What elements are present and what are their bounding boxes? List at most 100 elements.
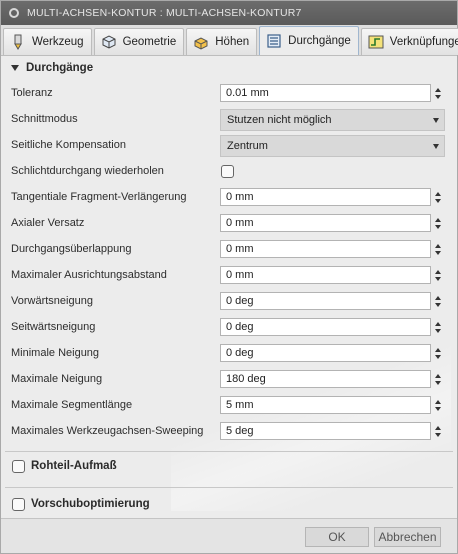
tangentiale-input[interactable]: 0 mm [220,188,431,206]
maximale-neigung-input[interactable]: 180 deg [220,370,431,388]
spin-down-icon[interactable] [435,225,441,229]
axialer-versatz-spinner[interactable] [433,214,443,232]
row-tangentiale: Tangentiale Fragment-Verlängerung 0 mm [1,185,457,211]
spin-up-icon[interactable] [435,400,441,404]
max-sweeping-label: Maximales Werkzeugachsen-Sweeping [11,425,204,437]
tab-bar: Werkzeug Geometrie Höhen Durchgänge Verk… [1,25,458,56]
spin-down-icon[interactable] [435,95,441,99]
tab-hoehen[interactable]: Höhen [186,28,258,55]
row-schnittmodus: Schnittmodus Stutzen nicht möglich [1,107,457,133]
toleranz-spinner[interactable] [433,84,443,102]
max-sweeping-input[interactable]: 5 deg [220,422,431,440]
tangentiale-spinner[interactable] [433,188,443,206]
schnittmodus-label: Schnittmodus [11,113,78,125]
spin-up-icon[interactable] [435,192,441,196]
max-sweeping-spinner[interactable] [433,422,443,440]
spin-up-icon[interactable] [435,218,441,222]
row-axialer-versatz: Axialer Versatz 0 mm [1,211,457,237]
schlichtdurchgang-label: Schlichtdurchgang wiederholen [11,165,164,177]
spin-down-icon[interactable] [435,251,441,255]
window-title: MULTI-ACHSEN-KONTUR : MULTI-ACHSEN-KONTU… [27,7,302,19]
max-segmentlaenge-spinner[interactable] [433,396,443,414]
vorschub-checkbox[interactable] [12,497,25,511]
spin-down-icon[interactable] [435,433,441,437]
toleranz-input[interactable]: 0.01 mm [220,84,431,102]
tool-icon [14,34,22,50]
spin-up-icon[interactable] [435,374,441,378]
seitwaertsneigung-spinner[interactable] [433,318,443,336]
dropdown-arrow-icon [433,118,439,123]
spin-down-icon[interactable] [435,381,441,385]
tab-werkzeug[interactable]: Werkzeug [3,28,92,55]
durchgangsueberlappung-input[interactable]: 0 mm [220,240,431,258]
maximale-neigung-spinner[interactable] [433,370,443,388]
tab-verknuepfungen[interactable]: Verknüpfungen [360,28,458,55]
row-seitwaertsneigung: Seitwärtsneigung 0 deg [1,315,457,341]
spin-up-icon[interactable] [435,426,441,430]
section-divider [5,487,453,488]
spin-down-icon[interactable] [435,277,441,281]
tab-verknuepfungen-label: Verknüpfungen [389,36,458,48]
geometry-icon [102,35,116,49]
tangentiale-label: Tangentiale Fragment-Verlängerung [11,191,187,203]
tab-durchgaenge[interactable]: Durchgänge [259,26,359,55]
spin-up-icon[interactable] [435,296,441,300]
section-vorschub-header[interactable]: Vorschuboptimierung [1,492,457,516]
durchgangsueberlappung-spinner[interactable] [433,240,443,258]
max-segmentlaenge-label: Maximale Segmentlänge [11,399,133,411]
tab-geometrie[interactable]: Geometrie [93,28,185,55]
vorschub-label: Vorschuboptimierung [31,498,150,510]
title-bar[interactable]: MULTI-ACHSEN-KONTUR : MULTI-ACHSEN-KONTU… [1,1,457,25]
max-ausrichtungsabstand-spinner[interactable] [433,266,443,284]
max-segmentlaenge-input[interactable]: 5 mm [220,396,431,414]
passes-icon [267,34,281,48]
section-title: Durchgänge [26,62,94,74]
spin-down-icon[interactable] [435,329,441,333]
minimale-neigung-spinner[interactable] [433,344,443,362]
section-durchgaenge-header[interactable]: Durchgänge [1,57,457,79]
spin-up-icon[interactable] [435,348,441,352]
dialog-footer: OK Abbrechen [1,518,457,553]
minimale-neigung-input[interactable]: 0 deg [220,344,431,362]
vorwaertsneigung-spinner[interactable] [433,292,443,310]
app-icon [9,8,19,18]
linking-icon [368,35,384,49]
toleranz-label: Toleranz [11,87,53,99]
schnittmodus-value: Stutzen nicht möglich [227,114,332,126]
section-rohteil-header[interactable]: Rohteil-Aufmaß [1,454,457,478]
tab-werkzeug-label: Werkzeug [32,36,84,48]
tab-durchgaenge-label: Durchgänge [288,35,351,47]
rohteil-label: Rohteil-Aufmaß [31,460,117,472]
ok-button[interactable]: OK [305,527,369,547]
tab-geometrie-label: Geometrie [122,36,177,48]
seitliche-kompensation-select[interactable]: Zentrum [220,135,445,157]
spin-down-icon[interactable] [435,407,441,411]
spin-down-icon[interactable] [435,355,441,359]
spin-up-icon[interactable] [435,244,441,248]
row-toleranz: Toleranz 0.01 mm [1,81,457,107]
heights-icon [194,37,208,50]
seitliche-kompensation-value: Zentrum [227,140,268,152]
cancel-button[interactable]: Abbrechen [374,527,441,547]
spin-down-icon[interactable] [435,199,441,203]
schnittmodus-select[interactable]: Stutzen nicht möglich [220,109,445,131]
schlichtdurchgang-checkbox[interactable] [221,165,234,178]
row-minimale-neigung: Minimale Neigung 0 deg [1,341,457,367]
spin-down-icon[interactable] [435,303,441,307]
axialer-versatz-label: Axialer Versatz [11,217,85,229]
dropdown-arrow-icon [433,144,439,149]
collapse-triangle-icon [11,65,19,71]
max-ausrichtungsabstand-input[interactable]: 0 mm [220,266,431,284]
vorwaertsneigung-input[interactable]: 0 deg [220,292,431,310]
rohteil-checkbox[interactable] [12,459,25,473]
row-maximale-neigung: Maximale Neigung 180 deg [1,367,457,393]
seitwaertsneigung-label: Seitwärtsneigung [11,321,96,333]
spin-up-icon[interactable] [435,88,441,92]
max-ausrichtungsabstand-label: Maximaler Ausrichtungsabstand [11,269,167,281]
spin-up-icon[interactable] [435,322,441,326]
spin-up-icon[interactable] [435,270,441,274]
vorwaertsneigung-label: Vorwärtsneigung [11,295,93,307]
row-durchgangsueberlappung: Durchgangsüberlappung 0 mm [1,237,457,263]
axialer-versatz-input[interactable]: 0 mm [220,214,431,232]
seitwaertsneigung-input[interactable]: 0 deg [220,318,431,336]
